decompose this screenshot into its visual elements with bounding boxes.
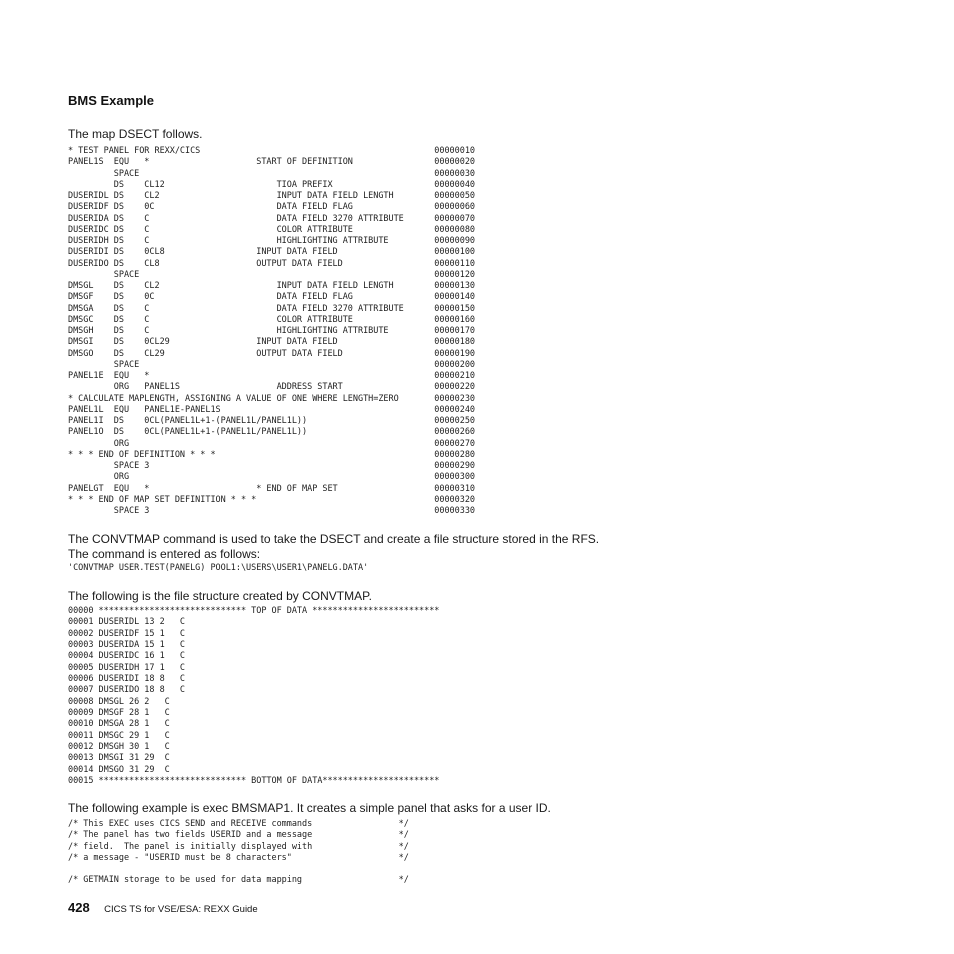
book-title: CICS TS for VSE/ESA: REXX Guide (104, 904, 258, 915)
code-line: 00007 DUSERIDO 18 8 C (68, 685, 186, 696)
code-line: PANEL1S EQU * START OF DEFINITION 000000… (68, 157, 475, 168)
code-line: SPACE 3 00000290 (68, 461, 475, 471)
section-heading: BMS Example (68, 93, 154, 108)
code-line: ORG 00000270 (68, 438, 475, 449)
code-line: DUSERIDF DS 0C DATA FIELD FLAG 00000060 (68, 202, 475, 213)
code-line: DUSERIDH DS C HIGHLIGHTING ATTRIBUTE 000… (68, 236, 475, 246)
code-line: 00013 DMSGI 31 29 C (68, 753, 170, 764)
convtmap-paragraph: The CONVTMAP command is used to take the… (68, 532, 600, 561)
code-line: * TEST PANEL FOR REXX/CICS 00000010 (68, 146, 475, 156)
code-line: * * * END OF MAP SET DEFINITION * * * 00… (68, 494, 475, 505)
code-line: /* The panel has two fields USERID and a… (68, 830, 409, 841)
code-line: 00002 DUSERIDF 15 1 C (68, 628, 186, 639)
code-line: DMSGH DS C HIGHLIGHTING ATTRIBUTE 000001… (68, 326, 475, 336)
code-line: 00015 ***************************** BOTT… (68, 775, 440, 786)
code-line: SPACE 00000200 (68, 359, 475, 370)
code-line: PANEL1O DS 0CL(PANEL1L+1-(PANEL1L/PANEL1… (68, 427, 475, 438)
code-line: /* This EXEC uses CICS SEND and RECEIVE … (68, 819, 409, 829)
code-line: DUSERIDO DS CL8 OUTPUT DATA FIELD 000001… (68, 258, 475, 269)
code-line: 00014 DMSGO 31 29 C (68, 764, 170, 775)
code-line: ORG PANEL1S ADDRESS START 00000220 (68, 382, 475, 393)
code-line: 00006 DUSERIDI 18 8 C (68, 673, 186, 684)
code-line: 00010 DMSGA 28 1 C (68, 719, 170, 730)
code-line: * CALCULATE MAPLENGTH, ASSIGNING A VALUE… (68, 393, 475, 404)
code-line: PANEL1I DS 0CL(PANEL1L+1-(PANEL1L/PANEL1… (68, 416, 475, 426)
code-line: DMSGL DS CL2 INPUT DATA FIELD LENGTH 000… (68, 281, 475, 291)
code-line: /* GETMAIN storage to be used for data m… (68, 875, 409, 886)
code-line: DUSERIDI DS 0CL8 INPUT DATA FIELD 000001… (68, 247, 475, 258)
code-line: 00011 DMSGC 29 1 C (68, 730, 170, 741)
convtmap-command: 'CONVTMAP USER.TEST(PANELG) POOL1:\USERS… (68, 563, 368, 574)
code-line: 00008 DMSGL 26 2 C (68, 696, 170, 707)
code-line: 00000 ***************************** TOP … (68, 606, 440, 616)
file-structure-paragraph: The following is the file structure crea… (68, 589, 372, 603)
code-line: DS CL12 TIOA PREFIX 00000040 (68, 179, 475, 190)
code-line: DMSGC DS C COLOR ATTRIBUTE 00000160 (68, 314, 475, 325)
dsect-code-listing: * TEST PANEL FOR REXX/CICS 00000010 PANEL… (68, 146, 475, 517)
code-line: /* field. The panel is initially display… (68, 841, 409, 852)
code-line: ORG 00000300 (68, 472, 475, 483)
code-line: DUSERIDC DS C COLOR ATTRIBUTE 00000080 (68, 224, 475, 235)
code-line: 'CONVTMAP USER.TEST(PANELG) POOL1:\USERS… (68, 563, 369, 573)
code-line: * * * END OF DEFINITION * * * 00000280 (68, 449, 475, 460)
code-line: SPACE 3 00000330 (68, 506, 475, 516)
code-line: SPACE 00000120 (68, 269, 475, 280)
code-line: 00012 DMSGH 30 1 C (68, 741, 170, 752)
code-line: DMSGA DS C DATA FIELD 3270 ATTRIBUTE 000… (68, 303, 475, 314)
page-footer: 428 CICS TS for VSE/ESA: REXX Guide (68, 899, 258, 917)
code-line: PANEL1L EQU PANEL1E-PANEL1S 00000240 (68, 404, 475, 415)
code-line: DMSGF DS 0C DATA FIELD FLAG 00000140 (68, 292, 475, 303)
file-structure-listing: 00000 ***************************** TOP … (68, 606, 439, 787)
code-line: SPACE 00000030 (68, 168, 475, 179)
code-line: 00001 DUSERIDL 13 2 C (68, 617, 186, 628)
code-line: 00005 DUSERIDH 17 1 C (68, 662, 186, 673)
intro-paragraph: The map DSECT follows. (68, 127, 203, 141)
code-line: DUSERIDL DS CL2 INPUT DATA FIELD LENGTH … (68, 191, 475, 201)
page-number: 428 (68, 900, 90, 915)
document-page: BMS Example The map DSECT follows. * TES… (0, 0, 954, 954)
code-line: PANEL1E EQU * 00000210 (68, 371, 475, 381)
code-line: DMSGI DS 0CL29 INPUT DATA FIELD 00000180 (68, 337, 475, 348)
code-line: DMSGO DS CL29 OUTPUT DATA FIELD 00000190 (68, 348, 475, 359)
code-line: DUSERIDA DS C DATA FIELD 3270 ATTRIBUTE … (68, 213, 475, 224)
code-line: /* a message - "USERID must be 8 charact… (68, 852, 409, 863)
code-line: 00009 DMSGF 28 1 C (68, 707, 170, 718)
code-line: 00004 DUSERIDC 16 1 C (68, 651, 186, 662)
exec-code-listing: /* This EXEC uses CICS SEND and RECEIVE … (68, 819, 409, 887)
code-line: PANELGT EQU * * END OF MAP SET 00000310 (68, 483, 475, 494)
exec-paragraph: The following example is exec BMSMAP1. I… (68, 801, 551, 815)
code-line: 00003 DUSERIDA 15 1 C (68, 639, 186, 650)
